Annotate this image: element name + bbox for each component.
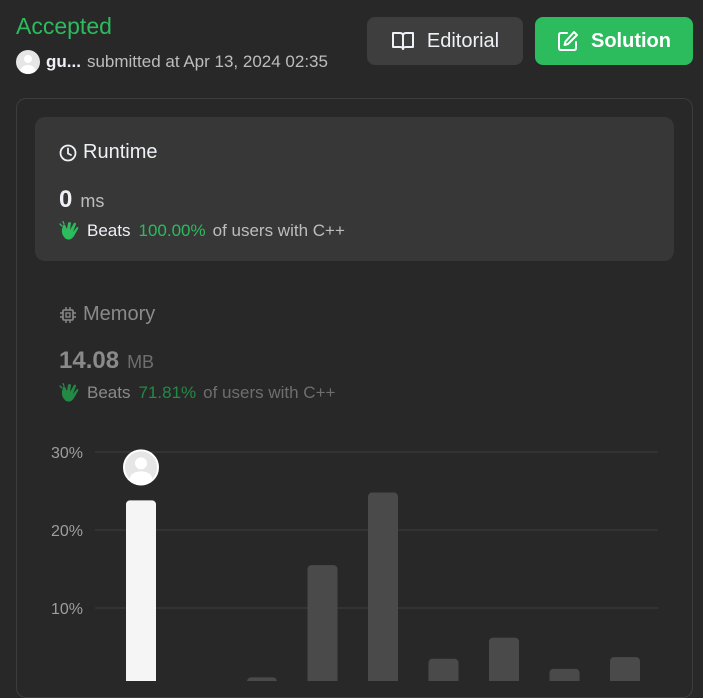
user-avatar-marker (123, 449, 159, 486)
bar[interactable] (549, 668, 580, 681)
bar[interactable] (489, 637, 519, 681)
bar-highlighted[interactable] (126, 500, 156, 681)
bar[interactable] (610, 657, 640, 681)
y-tick-label: 10% (51, 601, 83, 618)
distribution-chart: 10% 20% 30% (51, 445, 658, 681)
bar[interactable] (368, 492, 398, 681)
y-tick-label: 20% (51, 523, 83, 540)
bar[interactable] (307, 565, 338, 681)
bar[interactable] (247, 677, 277, 681)
bar[interactable] (428, 658, 459, 681)
y-tick-label: 30% (51, 445, 83, 462)
